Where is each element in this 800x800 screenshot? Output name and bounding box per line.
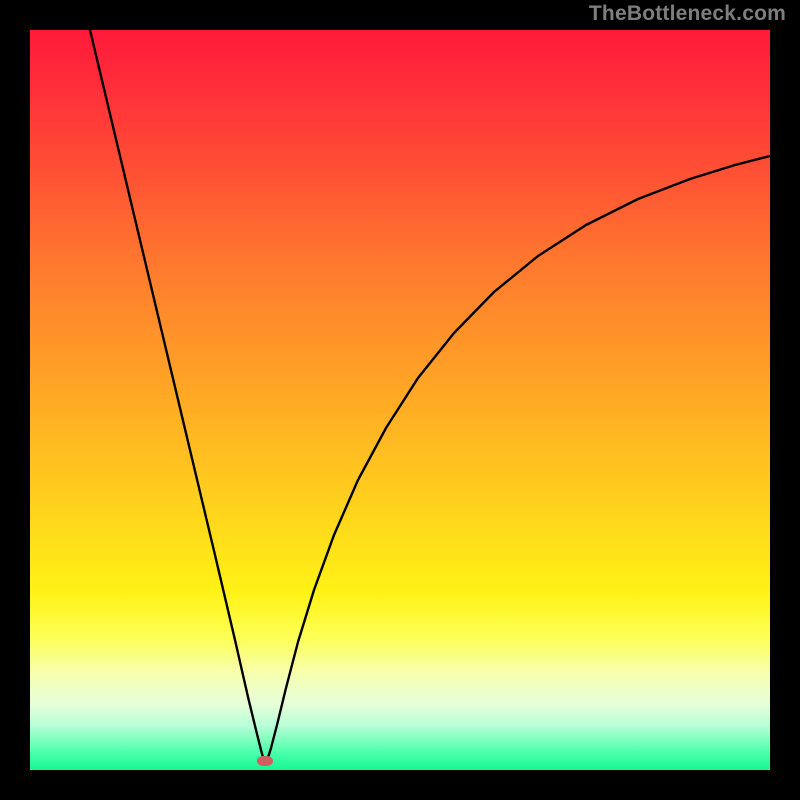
chart-frame: TheBottleneck.com	[0, 0, 800, 800]
curve-layer	[30, 30, 770, 770]
min-marker	[257, 756, 273, 766]
bottleneck-curve	[90, 30, 770, 761]
plot-area	[30, 30, 770, 770]
watermark-label: TheBottleneck.com	[589, 2, 786, 26]
